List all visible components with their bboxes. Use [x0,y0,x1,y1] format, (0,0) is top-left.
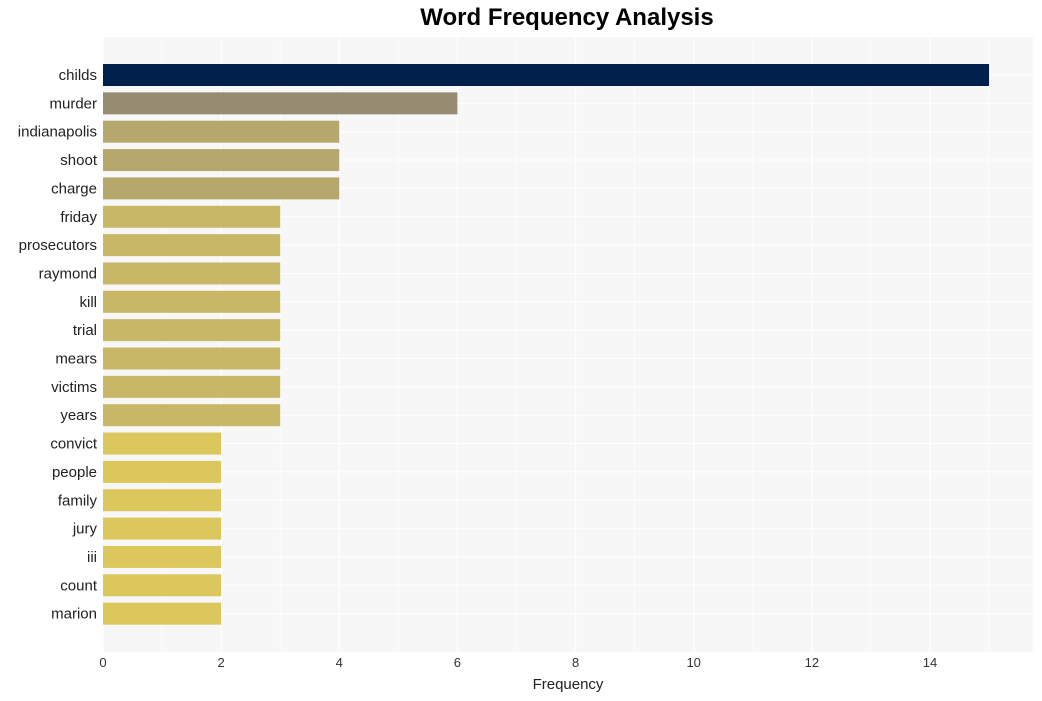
bar-family [103,489,222,512]
category-label: count [60,577,98,594]
bar-shoot [103,149,340,172]
category-label: childs [59,67,97,84]
category-label: mears [55,351,97,368]
bar-charge [103,177,340,200]
category-label: prosecutors [19,237,97,254]
category-label: iii [87,549,97,566]
x-tick-label: 2 [218,655,225,670]
category-label: years [60,407,97,424]
x-tick-label: 14 [923,655,937,670]
bar-iii [103,545,222,568]
x-tick-label: 0 [99,655,106,670]
category-label: jury [72,521,98,538]
bar-people [103,460,222,483]
bar-prosecutors [103,234,281,257]
bar-years [103,404,281,427]
category-label: charge [51,180,97,197]
category-label: friday [60,209,97,226]
x-tick-labels: 0 2 4 6 8 10 12 14 [99,655,937,670]
category-label: raymond [39,265,97,282]
bar-chart: childs murder indianapolis shoot charge frida… [18,37,1033,693]
bar-indianapolis [103,120,340,143]
x-tick-label: 12 [805,655,819,670]
category-labels: childs murder indianapolis shoot charge frida… [18,67,98,623]
bar-victims [103,375,281,398]
bar-raymond [103,262,281,285]
x-axis-title: Frequency [533,676,604,693]
category-label: trial [73,322,97,339]
bar-murder [103,92,458,115]
x-tick-label: 8 [572,655,579,670]
category-label: victims [51,379,97,396]
bar-friday [103,205,281,228]
bar-jury [103,517,222,540]
category-label: indianapolis [18,124,97,141]
category-label: people [52,464,97,481]
bar-mears [103,347,281,370]
bar-count [103,574,222,597]
x-tick-label: 10 [686,655,700,670]
bar-convict [103,432,222,455]
category-label: family [58,492,98,509]
category-label: kill [80,294,98,311]
bar-marion [103,602,222,625]
category-label: convict [50,436,98,453]
category-label: marion [51,606,97,623]
x-tick-label: 4 [336,655,343,670]
category-label: murder [49,95,97,112]
category-label: shoot [60,152,98,169]
bar-childs [103,64,990,86]
x-tick-label: 6 [454,655,461,670]
bar-kill [103,290,281,313]
bar-trial [103,319,281,342]
